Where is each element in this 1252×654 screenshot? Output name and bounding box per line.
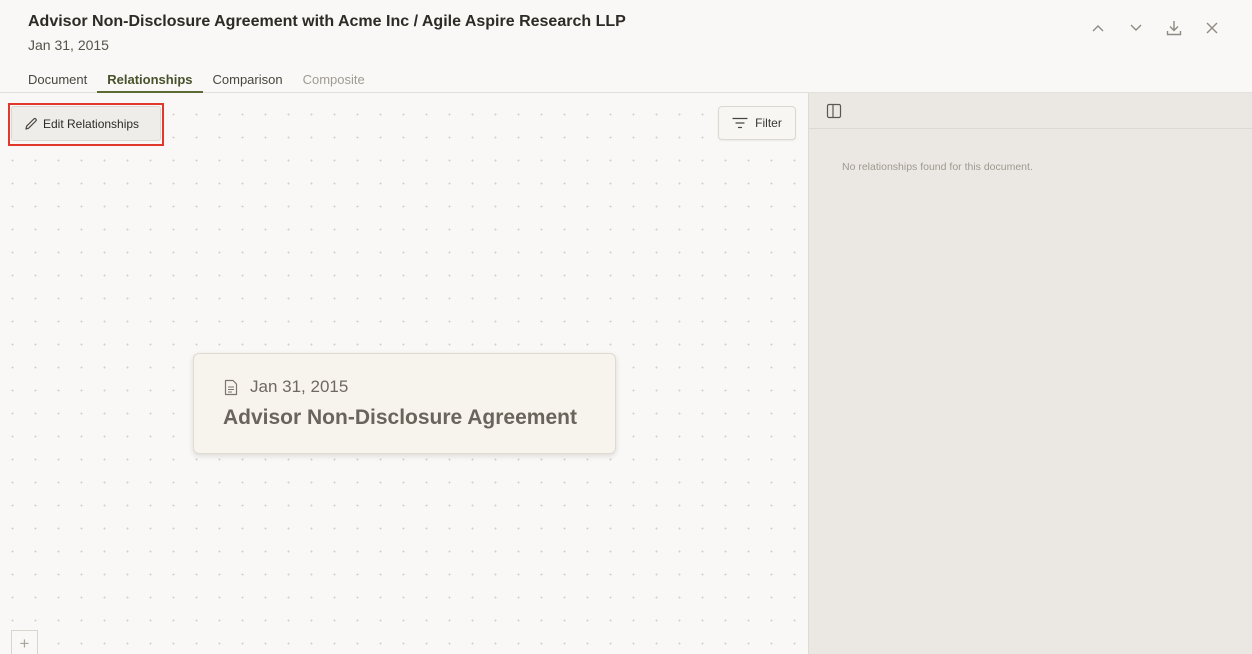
tab-document[interactable]: Document — [18, 71, 97, 93]
page-title: Advisor Non-Disclosure Agreement with Ac… — [28, 13, 626, 30]
empty-relationships-message: No relationships found for this document… — [842, 161, 1033, 173]
pencil-icon — [25, 117, 37, 130]
details-panel: No relationships found for this document… — [808, 93, 1252, 654]
header-actions — [1086, 16, 1224, 40]
tab-comparison[interactable]: Comparison — [203, 71, 293, 93]
chevron-up-icon[interactable] — [1086, 16, 1110, 40]
edit-relationships-button[interactable]: Edit Relationships — [11, 106, 161, 141]
close-icon[interactable] — [1200, 16, 1224, 40]
download-icon[interactable] — [1162, 16, 1186, 40]
filter-label: Filter — [755, 116, 782, 130]
panel-toolbar — [809, 93, 1252, 129]
chevron-down-icon[interactable] — [1124, 16, 1148, 40]
tab-composite[interactable]: Composite — [293, 71, 375, 93]
edit-relationships-label: Edit Relationships — [43, 116, 140, 131]
node-title: Advisor Non-Disclosure Agreement — [223, 406, 577, 429]
filter-icon — [732, 117, 748, 129]
node-date: Jan 31, 2015 — [250, 377, 349, 396]
document-icon — [224, 379, 238, 395]
filter-button[interactable]: Filter — [718, 106, 796, 140]
document-date: Jan 31, 2015 — [28, 37, 109, 53]
header: Advisor Non-Disclosure Agreement with Ac… — [0, 0, 1252, 93]
node-date-row: Jan 31, 2015 — [224, 377, 348, 397]
tab-relationships[interactable]: Relationships — [97, 71, 203, 93]
tab-bar: Document Relationships Comparison Compos… — [18, 71, 375, 93]
relationships-canvas[interactable]: Edit Relationships Filter Jan 31, 2015 A… — [0, 93, 808, 654]
document-node[interactable]: Jan 31, 2015 Advisor Non-Disclosure Agre… — [193, 353, 616, 454]
panel-toggle-icon[interactable] — [825, 102, 843, 120]
zoom-in-button[interactable]: + — [11, 630, 38, 654]
